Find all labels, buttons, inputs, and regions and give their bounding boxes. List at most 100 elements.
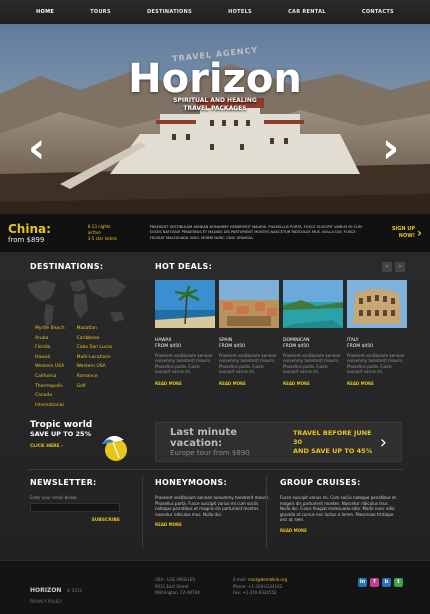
logo-brand-name: Horizon (128, 56, 302, 102)
destination-link[interactable]: Florida (35, 343, 65, 353)
destinations-list-col-2: Mazatlan Caribbean Cabo San Lucas Multi-… (77, 324, 113, 410)
last-minute-offer-1: TRAVEL BEFORE JUNE 30 (292, 428, 372, 446)
destinations-list: Myrtle Beach Aruba Florida Hawaii Wester… (35, 324, 112, 410)
promo-hotels: 3-5 star hotels (87, 236, 117, 241)
footer-brand: HORIZON © 2012 PRIVACY POLICY (30, 577, 82, 604)
column-divider (266, 476, 267, 548)
read-more-link[interactable]: READ MORE (219, 381, 279, 386)
destination-link[interactable]: Multi-Locations (77, 353, 113, 363)
deal-description: Praesent vestibulum aenean nonummy hendr… (219, 353, 277, 375)
promo-destination-name: China: (8, 222, 51, 236)
fax-line: Fax: +1-310-0334552 (233, 590, 277, 595)
brand-logo[interactable]: TRAVEL AGENCY Horizon SPIRITUAL AND HEAL… (0, 42, 430, 113)
destination-link[interactable]: Thermopolis (35, 382, 65, 392)
twitter-icon[interactable]: t (394, 578, 403, 587)
destination-link[interactable]: International (35, 401, 65, 411)
tropic-title: Tropic world (30, 420, 93, 430)
deal-price: FROM $450 (347, 344, 374, 349)
footer-copyright: © 2012 (66, 588, 82, 593)
chevron-right-icon[interactable]: › (395, 262, 405, 272)
email-line: E-mail: mail@demolink.org (233, 577, 287, 584)
promo-destination: China: from $899 (8, 222, 88, 244)
social-links: in f b t (358, 578, 403, 587)
honeymoons-text: Praesent vestibulum aenean nonummy hendr… (155, 495, 270, 517)
last-minute-banner[interactable]: Last minute vacation: Europe tour from $… (155, 422, 402, 462)
destinations-title: DESTINATIONS: (30, 262, 104, 271)
deal-image-dominican[interactable] (283, 280, 343, 328)
destinations-section: DESTINATIONS: (30, 262, 140, 271)
destination-link[interactable]: Hawaii (35, 353, 65, 363)
chevron-left-icon[interactable]: ‹ (382, 262, 392, 272)
tropic-world-banner[interactable]: Tropic world SAVE UP TO 25% CLICK HERE › (30, 420, 130, 464)
privacy-policy-link[interactable]: PRIVACY POLICY (30, 599, 82, 604)
destination-link[interactable]: California (35, 372, 65, 382)
subscribe-button[interactable]: SUBSCRIBE (30, 518, 120, 523)
chevron-right-icon: › (379, 431, 387, 453)
deal-image-spain[interactable] (219, 280, 279, 328)
destinations-list-col-1: Myrtle Beach Aruba Florida Hawaii Wester… (35, 324, 65, 410)
deal-card: SPAIN FROM $450 Praesent vestibulum aene… (219, 280, 279, 386)
hot-deals-pager: ‹ › (382, 262, 405, 272)
main-content: DESTINATIONS: Myrtle Beach Aruba Florida… (0, 252, 430, 560)
blogger-icon[interactable]: b (382, 578, 391, 587)
column-divider (142, 476, 143, 548)
footer-brand-name[interactable]: HORIZON (30, 587, 61, 594)
honeymoons-title: HONEYMOONS: (155, 478, 227, 487)
destination-link[interactable]: Western USA (35, 362, 65, 372)
nav-hotels[interactable]: HOTELS (228, 9, 252, 15)
newsletter-label: Enter your email below: (30, 495, 78, 500)
top-navigation: HOME TOURS DESTINATIONS HOTELS CAR RENTA… (0, 0, 430, 24)
chevron-right-icon: › (417, 225, 422, 240)
destination-link[interactable]: Caribbean (77, 334, 113, 344)
deal-card: DOMINICAN FROM $450 Praesent vestibulum … (283, 280, 343, 386)
nav-contacts[interactable]: CONTACTS (362, 9, 394, 15)
signup-label-1: SIGN UP (391, 226, 416, 232)
destination-link[interactable]: Canada (35, 391, 65, 401)
deal-price: FROM $450 (283, 344, 310, 349)
flickr-icon[interactable]: f (370, 578, 379, 587)
read-more-link[interactable]: READ MORE (155, 522, 275, 527)
email-link[interactable]: mail@demolink.org (248, 577, 287, 582)
destination-link[interactable]: Myrtle Beach (35, 324, 65, 334)
newsletter-title: NEWSLETTER: (30, 478, 97, 487)
destination-link[interactable]: Cabo San Lucas (77, 343, 113, 353)
hero-slider: TRAVEL AGENCY Horizon SPIRITUAL AND HEAL… (0, 24, 430, 214)
deal-price: FROM $450 (219, 344, 246, 349)
section-divider (28, 469, 403, 470)
destination-link[interactable]: Golf (77, 382, 113, 392)
nav-car-rental[interactable]: CAR RENTAL (288, 9, 326, 15)
hot-deals-section: HOT DEALS: ‹ › HAWAII FROM $450 Praesent… (155, 262, 407, 386)
hot-deals-title: HOT DEALS: (155, 262, 213, 271)
chevron-left-icon[interactable]: ‹ (28, 127, 45, 169)
chevron-right-icon[interactable]: › (382, 127, 399, 169)
destination-link[interactable]: Aruba (35, 334, 65, 344)
destination-link[interactable]: Western USA (77, 362, 113, 372)
nav-destinations[interactable]: DESTINATIONS (147, 9, 192, 15)
deal-image-italy[interactable] (347, 280, 407, 328)
signup-button[interactable]: SIGN UP NOW! › (372, 226, 422, 240)
read-more-link[interactable]: READ MORE (347, 381, 407, 386)
destination-link[interactable]: Mazatlan (77, 324, 113, 334)
nav-tours[interactable]: TOURS (90, 9, 111, 15)
footer: HORIZON © 2012 PRIVACY POLICY USA - LOS … (0, 560, 430, 614)
promo-info: 6-23 nights airfare 3-5 star hotels (88, 224, 150, 242)
promo-bar: China: from $899 6-23 nights airfare 3-5… (0, 214, 430, 252)
read-more-link[interactable]: READ MORE (155, 381, 215, 386)
destination-link[interactable]: Romance (77, 372, 113, 382)
promo-price: from $899 (8, 236, 45, 244)
nav-home[interactable]: HOME (36, 9, 54, 15)
last-minute-subtitle: Europe tour from $890 (170, 449, 250, 457)
last-minute-offer-2: AND SAVE UP TO 45% (292, 446, 373, 455)
beach-umbrella-icon (102, 435, 127, 461)
linkedin-icon[interactable]: in (358, 578, 367, 587)
read-more-link[interactable]: READ MORE (283, 381, 343, 386)
logo-tagline-2: TRAVEL PACKAGES (183, 105, 247, 112)
read-more-link[interactable]: READ MORE (280, 528, 400, 533)
newsletter-section: NEWSLETTER: Enter your email below: SUBS… (30, 478, 120, 523)
deal-description: Praesent vestibulum aenean nonummy hendr… (283, 353, 341, 375)
deal-description: Praesent vestibulum aenean nonummy hendr… (155, 353, 213, 375)
deal-image-hawaii[interactable] (155, 280, 215, 328)
signup-label-2: NOW! (398, 233, 416, 239)
email-field[interactable] (30, 503, 120, 512)
last-minute-offer: TRAVEL BEFORE JUNE 30 AND SAVE UP TO 45% (293, 429, 376, 456)
